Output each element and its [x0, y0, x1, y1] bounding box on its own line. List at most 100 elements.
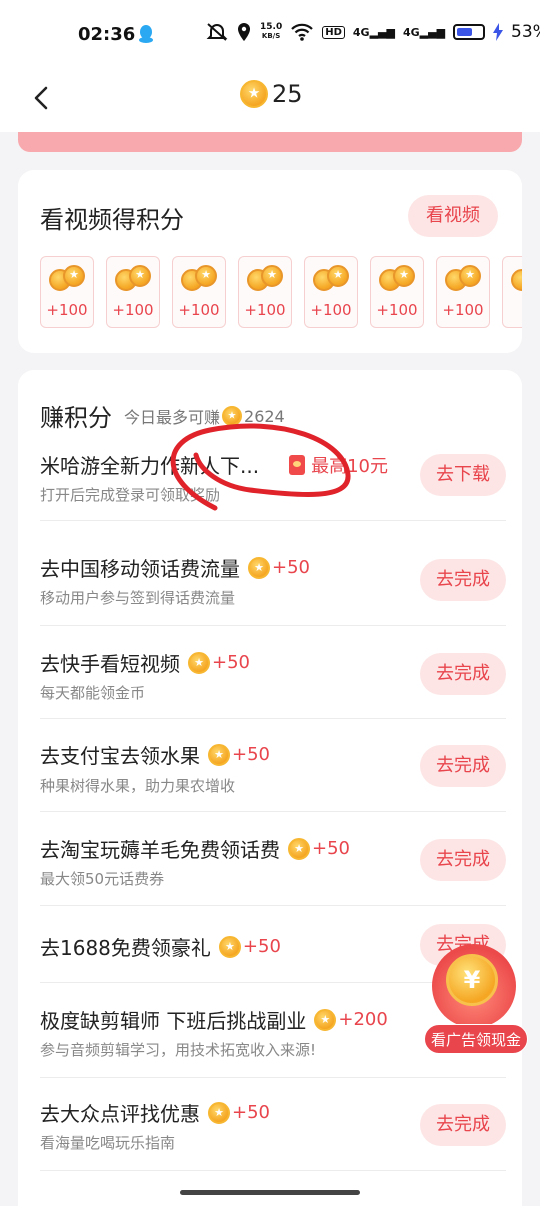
task-name: 去大众点评找优惠: [40, 1102, 200, 1126]
floating-ad-label: 看广告领现金: [424, 1024, 528, 1054]
net-speed-unit: KB/S: [261, 32, 281, 40]
video-reward-tile: +: [502, 256, 522, 328]
task-reward: +50: [312, 838, 350, 859]
status-bar: 02:36 15.0 KB/S HD 4G▂▄▆ 4G▂▄▆ 53%: [0, 0, 540, 66]
task-name: 极度缺剪辑师 下班后挑战副业: [40, 1009, 307, 1033]
signal-2-icon: 4G▂▄▆: [402, 25, 446, 39]
floating-ad[interactable]: ¥ 看广告领现金: [424, 944, 528, 1056]
earn-daily-max-value: 2624: [244, 406, 285, 426]
coin-icon: [248, 556, 270, 579]
task-max-reward: 最高10元: [311, 455, 388, 477]
video-reward-label: +100: [376, 301, 418, 319]
complete-button[interactable]: 去完成: [420, 559, 506, 601]
wifi-icon: [291, 23, 314, 41]
home-indicator[interactable]: [180, 1190, 360, 1195]
signal-2-label: 4G: [402, 25, 420, 39]
battery-fill: [457, 28, 472, 36]
task-name-row: 去中国移动领话费流量 +50: [40, 553, 310, 582]
points-value: 25: [272, 80, 303, 108]
video-reward-label: +100: [46, 301, 88, 319]
coin-stack-icon: [445, 265, 483, 291]
task-name: 米哈游全新力作新人下...: [40, 454, 260, 478]
complete-button[interactable]: 去完成: [420, 653, 506, 695]
task-row[interactable]: 去淘宝玩薅羊毛免费领话费 +50 最大领50元话费券 去完成: [40, 812, 506, 906]
video-reward-tile: +100: [106, 256, 160, 328]
complete-button[interactable]: 去完成: [420, 839, 506, 881]
task-name-row: 米哈游全新力作新人下... 最高10元: [40, 450, 388, 479]
earn-points-card: 赚积分 今日最多可赚 2624 米哈游全新力作新人下... 最高10元 打开后完…: [18, 370, 522, 1206]
task-desc: 打开后完成登录可领取奖励: [40, 486, 221, 504]
signal-1-label: 4G: [352, 25, 370, 39]
task-row[interactable]: 去大众点评找优惠 +50 看海量吃喝玩乐指南 去完成: [40, 1078, 506, 1171]
task-row[interactable]: 去支付宝去领水果 +50 种果树得水果，助力果农增收 去完成: [40, 719, 506, 812]
video-reward-tile: +100: [172, 256, 226, 328]
video-reward-label: +100: [112, 301, 154, 319]
task-desc: 移动用户参与签到得话费流量: [40, 589, 236, 607]
task-desc: 看海量吃喝玩乐指南: [40, 1134, 176, 1152]
coin-icon: [188, 651, 210, 674]
task-reward: +200: [338, 1009, 388, 1030]
mute-icon: [206, 23, 228, 41]
status-time: 02:36: [78, 24, 136, 45]
task-name-row: 极度缺剪辑师 下班后挑战副业 +200: [40, 1005, 388, 1034]
coin-stack-icon: [115, 265, 153, 291]
video-reward-tile: +100: [304, 256, 358, 328]
red-packet-icon: [289, 454, 306, 475]
watch-video-button[interactable]: 看视频: [408, 195, 498, 237]
video-reward-row: +100 +100 +100 +100 +100 +100 +100 +: [40, 256, 522, 328]
task-name: 去淘宝玩薅羊毛免费领话费: [40, 838, 280, 862]
task-reward: +50: [232, 744, 270, 765]
video-reward-label: +100: [310, 301, 352, 319]
coin-stack-icon: [49, 265, 87, 291]
status-icons: 15.0 KB/S HD 4G▂▄▆ 4G▂▄▆ 53%: [206, 22, 540, 42]
video-reward-tile: +100: [436, 256, 490, 328]
header: 25: [0, 66, 540, 132]
task-desc: 种果树得水果，助力果农增收: [40, 777, 236, 795]
task-name-row: 去支付宝去领水果 +50: [40, 740, 270, 769]
download-button[interactable]: 去下载: [420, 454, 506, 496]
video-reward-label: +: [503, 301, 522, 319]
yuan-coin-icon: ¥: [446, 954, 498, 1006]
coin-stack-icon: [313, 265, 351, 291]
video-reward-label: +100: [442, 301, 484, 319]
task-row[interactable]: 去快手看短视频 +50 每天都能领金币 去完成: [40, 626, 506, 719]
video-section-title: 看视频得积分: [40, 206, 184, 234]
coin-stack-icon: [511, 265, 522, 291]
coin-stack-icon: [247, 265, 285, 291]
task-name-row: 去淘宝玩薅羊毛免费领话费 +50: [40, 834, 350, 863]
coin-icon: [222, 406, 243, 426]
coin-icon: [218, 935, 241, 958]
coin-stack-icon: [379, 265, 417, 291]
signal-1-icon: 4G▂▄▆: [352, 25, 395, 39]
battery-percent: 53%: [511, 22, 540, 42]
qq-icon: [139, 25, 153, 43]
complete-button[interactable]: 去完成: [420, 1104, 506, 1146]
video-reward-label: +100: [244, 301, 286, 319]
video-reward-label: +100: [178, 301, 220, 319]
earn-daily-max: 今日最多可赚 2624: [124, 404, 285, 428]
task-name-row: 去快手看短视频 +50: [40, 648, 250, 677]
task-reward: +50: [232, 1102, 270, 1123]
banner-strip[interactable]: [18, 132, 522, 152]
video-points-card: 看视频得积分 看视频 +100 +100 +100 +100 +100 +100…: [18, 170, 522, 353]
coin-icon: [288, 837, 310, 860]
task-desc: 最大领50元话费券: [40, 870, 165, 888]
task-name: 去1688免费领豪礼: [40, 936, 211, 960]
complete-button[interactable]: 去完成: [420, 745, 506, 787]
earn-daily-max-label: 今日最多可赚: [124, 408, 221, 427]
task-name-row: 去1688免费领豪礼 +50: [40, 932, 281, 961]
task-reward: +50: [272, 557, 310, 578]
coin-icon: [240, 80, 268, 108]
location-icon: [238, 23, 250, 41]
task-reward: +50: [242, 936, 281, 957]
coin-stack-icon: [181, 265, 219, 291]
task-row[interactable]: 去中国移动领话费流量 +50 移动用户参与签到得话费流量 去完成: [40, 521, 506, 626]
back-icon[interactable]: [28, 82, 56, 114]
hd-icon: HD: [322, 25, 345, 39]
coin-icon: [314, 1008, 337, 1031]
task-row[interactable]: 米哈游全新力作新人下... 最高10元 打开后完成登录可领取奖励 去下载: [40, 440, 506, 521]
battery-icon: [453, 24, 486, 40]
coin-icon: [208, 1101, 230, 1124]
task-name: 去支付宝去领水果: [40, 744, 200, 768]
coin-icon: [208, 743, 230, 766]
